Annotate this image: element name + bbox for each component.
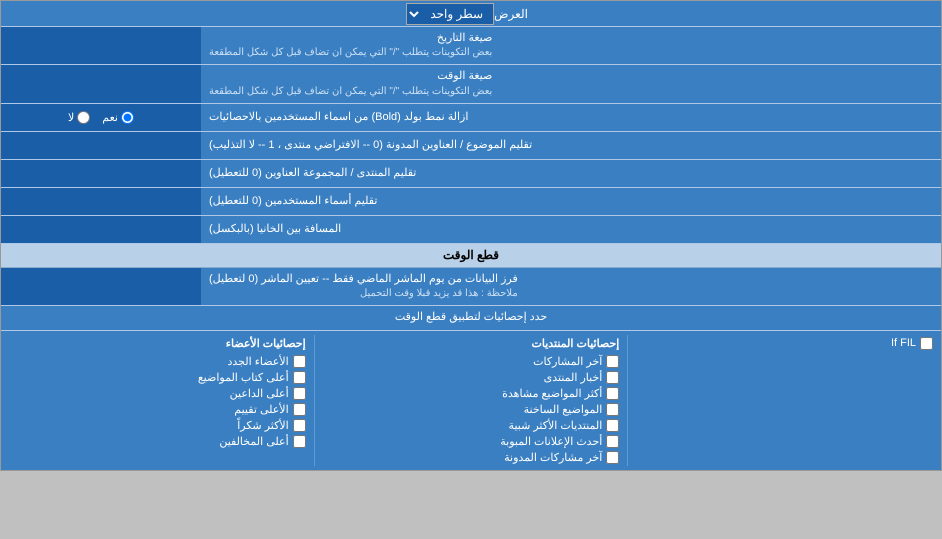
user-limit-row: تقليم أسماء المستخدمين (0 للتعطيل) 0 — [1, 188, 941, 216]
space-between-label: المسافة بين الخانيا (بالبكسل) — [201, 216, 941, 243]
checkbox-top-writers[interactable] — [293, 371, 306, 384]
radio-no-label[interactable]: لا — [68, 111, 90, 124]
checkbox-col-2: إحصائيات المنتديات آخر المشاركات أخبار ا… — [315, 335, 628, 466]
topic-limit-input-wrapper: 33 — [1, 132, 201, 159]
date-format-input-wrapper: d-m — [1, 27, 201, 64]
date-format-row: صيغة التاريخ بعض التكوينات يتطلب "/" الت… — [1, 27, 941, 65]
checkbox-hot-topics[interactable] — [606, 403, 619, 416]
checkbox-item-most-similar: المنتديات الأكثر شبية — [323, 419, 620, 432]
checkbox-col-3: If FIL — [628, 335, 941, 466]
header-row: العرض سطر واحدسطرينثلاثة أسطر — [1, 1, 941, 27]
col2-header: إحصائيات المنتديات — [323, 337, 620, 350]
checkbox-item-top-rated: الأعلى تقييم — [9, 403, 306, 416]
cutoff-input[interactable]: 0 — [7, 279, 195, 293]
checkbox-col-1: إحصائيات الأعضاء الأعضاء الجدد أعلى كتاب… — [1, 335, 314, 466]
checkbox-last-posts[interactable] — [606, 355, 619, 368]
topic-limit-row: تقليم الموضوع / العناوين المدونة (0 -- ا… — [1, 132, 941, 160]
checkbox-top-inviters[interactable] — [293, 387, 306, 400]
time-format-input[interactable]: H:i — [7, 77, 195, 91]
time-format-input-wrapper: H:i — [1, 65, 201, 102]
space-between-input[interactable]: 2 — [7, 222, 195, 236]
radio-no[interactable] — [77, 111, 90, 124]
date-format-label: صيغة التاريخ بعض التكوينات يتطلب "/" الت… — [201, 27, 941, 64]
forum-limit-input-wrapper: 33 — [1, 160, 201, 187]
checkbox-item-forum-news: أخبار المنتدى — [323, 371, 620, 384]
checkbox-top-rated[interactable] — [293, 403, 306, 416]
col1-header: إحصائيات الأعضاء — [9, 337, 306, 350]
space-between-input-wrapper: 2 — [1, 216, 201, 243]
forum-limit-row: تقليم المنتدى / المجموعة العناوين (0 للت… — [1, 160, 941, 188]
time-format-label: صيغة الوقت بعض التكوينات يتطلب "/" التي … — [201, 65, 941, 102]
checkbox-item-new-members: الأعضاء الجدد — [9, 355, 306, 368]
checkbox-item-most-viewed: أكثر المواضيع مشاهدة — [323, 387, 620, 400]
date-format-input[interactable]: d-m — [7, 39, 195, 53]
checkbox-item-last-posts: آخر المشاركات — [323, 355, 620, 368]
checkbox-most-similar[interactable] — [606, 419, 619, 432]
radio-yes[interactable] — [121, 111, 134, 124]
stats-header-row: حدد إحصائيات لتطبيق قطع الوقت — [1, 306, 941, 330]
checkbox-item-blog-posts: آخر مشاركات المدونة — [323, 451, 620, 464]
topic-limit-label: تقليم الموضوع / العناوين المدونة (0 -- ا… — [201, 132, 941, 159]
col-divider-2 — [314, 335, 315, 466]
checkbox-blog-posts[interactable] — [606, 451, 619, 464]
checkbox-item-most-thanked: الأكثر شكراً — [9, 419, 306, 432]
bold-remove-input-wrapper: نعم لا — [1, 104, 201, 131]
cutoff-input-wrapper: 0 — [1, 268, 201, 305]
checkbox-most-viewed[interactable] — [606, 387, 619, 400]
bold-remove-label: ازالة نمط بولد (Bold) من اسماء المستخدمي… — [201, 104, 941, 131]
user-limit-input[interactable]: 0 — [7, 194, 195, 208]
checkbox-item-hot-topics: المواضيع الساخنة — [323, 403, 620, 416]
checkbox-new-members[interactable] — [293, 355, 306, 368]
checkbox-item-top-violators: أعلى المخالفين — [9, 435, 306, 448]
display-dropdown[interactable]: سطر واحدسطرينثلاثة أسطر — [406, 3, 494, 25]
space-between-row: المسافة بين الخانيا (بالبكسل) 2 — [1, 216, 941, 244]
checkbox-item-classified-ads: أحدث الإعلانات المبوبة — [323, 435, 620, 448]
forum-limit-input[interactable]: 33 — [7, 166, 195, 180]
checkbox-classified-ads[interactable] — [606, 435, 619, 448]
checkbox-top-violators[interactable] — [293, 435, 306, 448]
checkbox-item-top-writers: أعلى كتاب المواضيع — [9, 371, 306, 384]
checkbox-forum-news[interactable] — [606, 371, 619, 384]
col-divider-1 — [627, 335, 628, 466]
user-limit-input-wrapper: 0 — [1, 188, 201, 215]
user-limit-label: تقليم أسماء المستخدمين (0 للتعطيل) — [201, 188, 941, 215]
checkbox-item-top-inviters: أعلى الداعين — [9, 387, 306, 400]
forum-limit-label: تقليم المنتدى / المجموعة العناوين (0 للت… — [201, 160, 941, 187]
radio-yes-label[interactable]: نعم — [102, 111, 134, 124]
checkbox-iffil[interactable] — [920, 337, 933, 350]
cutoff-label: فرز البيانات من يوم الماشر الماضي فقط --… — [201, 268, 941, 305]
checkbox-most-thanked[interactable] — [293, 419, 306, 432]
cutoff-section-header: قطع الوقت — [1, 244, 941, 268]
bold-remove-row: ازالة نمط بولد (Bold) من اسماء المستخدمي… — [1, 104, 941, 132]
checkboxes-area: If FIL إحصائيات المنتديات آخر المشاركات … — [1, 331, 941, 470]
header-label: العرض — [494, 7, 528, 21]
topic-limit-input[interactable]: 33 — [7, 138, 195, 152]
main-container: العرض سطر واحدسطرينثلاثة أسطر صيغة التار… — [0, 0, 942, 471]
checkbox-item-iffil: If FIL — [636, 337, 933, 350]
cutoff-row: فرز البيانات من يوم الماشر الماضي فقط --… — [1, 268, 941, 306]
stats-header-label: حدد إحصائيات لتطبيق قطع الوقت — [1, 306, 941, 329]
time-format-row: صيغة الوقت بعض التكوينات يتطلب "/" التي … — [1, 65, 941, 103]
